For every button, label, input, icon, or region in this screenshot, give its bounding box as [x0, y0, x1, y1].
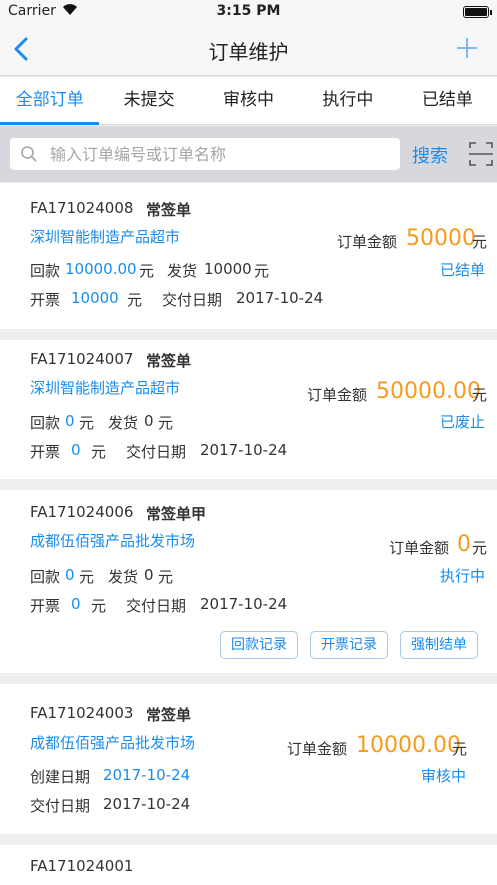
page-title: 订单维护	[208, 40, 289, 64]
payment-unit: 元	[79, 568, 95, 586]
amount-unit: 元	[472, 539, 488, 557]
invoice-value: 10000	[71, 289, 119, 307]
tab-closed[interactable]: 已结单	[398, 77, 497, 124]
amount-unit: 元	[452, 740, 468, 758]
order-card[interactable]: FA171024006 常签单甲 成都伍佰强产品批发市场 订单金额 0 元 执行…	[0, 490, 497, 673]
amount-label: 订单金额	[287, 740, 348, 758]
search-icon	[20, 145, 38, 163]
invoice-label: 开票	[30, 291, 61, 309]
order-number: FA171024008	[30, 199, 134, 217]
tab-in-progress[interactable]: 执行中	[298, 77, 397, 124]
payment-value: 10000.00	[65, 260, 137, 278]
delivery-date-value: 2017-10-24	[103, 795, 191, 813]
status-badge: 已结单	[440, 261, 486, 279]
invoice-record-button[interactable]: 开票记录	[310, 631, 388, 659]
order-amount: 50000.00	[376, 379, 481, 404]
force-close-button[interactable]: 强制结单	[400, 631, 478, 659]
shipment-unit: 元	[158, 568, 174, 586]
order-type: 常签单甲	[146, 505, 207, 523]
shipment-value: 0	[144, 566, 154, 584]
payment-label: 回款	[30, 568, 61, 586]
amount-unit: 元	[472, 233, 488, 251]
amount-unit: 元	[472, 386, 488, 404]
clock: 3:15 PM	[216, 3, 281, 19]
invoice-unit: 元	[91, 443, 107, 461]
customer-name: 成都伍佰强产品批发市场	[30, 532, 196, 550]
amount-label: 订单金额	[389, 539, 450, 557]
order-type: 常签单	[146, 706, 192, 724]
status-badge: 已废止	[440, 413, 486, 431]
payment-record-button[interactable]: 回款记录	[220, 631, 298, 659]
order-status-tabs: 全部订单 未提交 审核中 执行中 已结单	[0, 77, 497, 125]
delivery-date-value: 2017-10-24	[200, 441, 288, 459]
customer-name: 深圳智能制造产品超市	[30, 228, 181, 246]
payment-unit: 元	[79, 414, 95, 432]
scan-icon	[469, 142, 493, 166]
order-number: FA171024007	[30, 350, 134, 368]
shipment-unit: 元	[254, 262, 270, 280]
status-bar: Carrier 3:15 PM	[0, 0, 497, 24]
shipment-label: 发货	[108, 568, 139, 586]
order-type: 常签单	[146, 352, 192, 370]
order-number: FA171024006	[30, 503, 134, 521]
shipment-value: 0	[144, 412, 154, 430]
order-card[interactable]: FA171024007 常签单 深圳智能制造产品超市 订单金额 50000.00…	[0, 340, 497, 479]
order-number: FA171024003	[30, 704, 134, 722]
invoice-label: 开票	[30, 443, 61, 461]
payment-value: 0	[65, 412, 75, 430]
delivery-date-value: 2017-10-24	[236, 289, 324, 307]
created-date-label: 创建日期	[30, 768, 91, 786]
tab-all-orders[interactable]: 全部订单	[0, 77, 100, 125]
payment-value: 0	[65, 566, 75, 584]
tab-under-review[interactable]: 审核中	[199, 77, 298, 124]
order-card[interactable]: FA171024003 常签单 成都伍佰强产品批发市场 订单金额 10000.0…	[0, 684, 497, 834]
amount-label: 订单金额	[307, 386, 368, 404]
invoice-value: 0	[71, 595, 81, 613]
order-card[interactable]: FA171024008 常签单 深圳智能制造产品超市 订单金额 50000 元 …	[0, 183, 497, 329]
status-badge: 执行中	[440, 567, 486, 585]
payment-unit: 元	[139, 262, 155, 280]
invoice-value: 0	[71, 441, 81, 459]
plus-icon	[457, 38, 477, 58]
shipment-value: 10000	[204, 260, 252, 278]
order-amount: 10000.00	[356, 733, 461, 758]
search-box	[10, 138, 400, 170]
amount-label: 订单金额	[337, 233, 398, 251]
payment-label: 回款	[30, 262, 61, 280]
tab-not-submitted[interactable]: 未提交	[99, 77, 198, 124]
search-bar: 搜索	[0, 126, 497, 182]
order-amount: 50000	[406, 226, 476, 251]
shipment-unit: 元	[158, 414, 174, 432]
delivery-date-value: 2017-10-24	[200, 595, 288, 613]
created-date-value: 2017-10-24	[103, 766, 191, 784]
shipment-label: 发货	[167, 262, 198, 280]
invoice-label: 开票	[30, 597, 61, 615]
battery-icon	[463, 6, 492, 18]
delivery-date-label: 交付日期	[126, 597, 187, 615]
status-badge: 审核中	[421, 767, 467, 785]
customer-name: 成都伍佰强产品批发市场	[30, 734, 196, 752]
order-type: 常签单	[146, 201, 192, 219]
invoice-unit: 元	[91, 597, 107, 615]
delivery-date-label: 交付日期	[126, 443, 187, 461]
invoice-unit: 元	[127, 291, 143, 309]
search-input[interactable]	[50, 138, 390, 170]
order-number: FA171024001	[30, 857, 134, 875]
search-button[interactable]: 搜索	[412, 142, 448, 168]
navigation-bar: 订单维护	[0, 24, 497, 76]
order-amount: 0	[457, 532, 471, 557]
payment-label: 回款	[30, 414, 61, 432]
customer-name: 深圳智能制造产品超市	[30, 379, 181, 397]
scan-button[interactable]	[466, 138, 496, 170]
order-card[interactable]: FA171024001	[0, 845, 497, 885]
shipment-label: 发货	[108, 414, 139, 432]
add-order-button[interactable]	[455, 34, 479, 62]
delivery-date-label: 交付日期	[30, 797, 91, 815]
delivery-date-label: 交付日期	[162, 291, 223, 309]
